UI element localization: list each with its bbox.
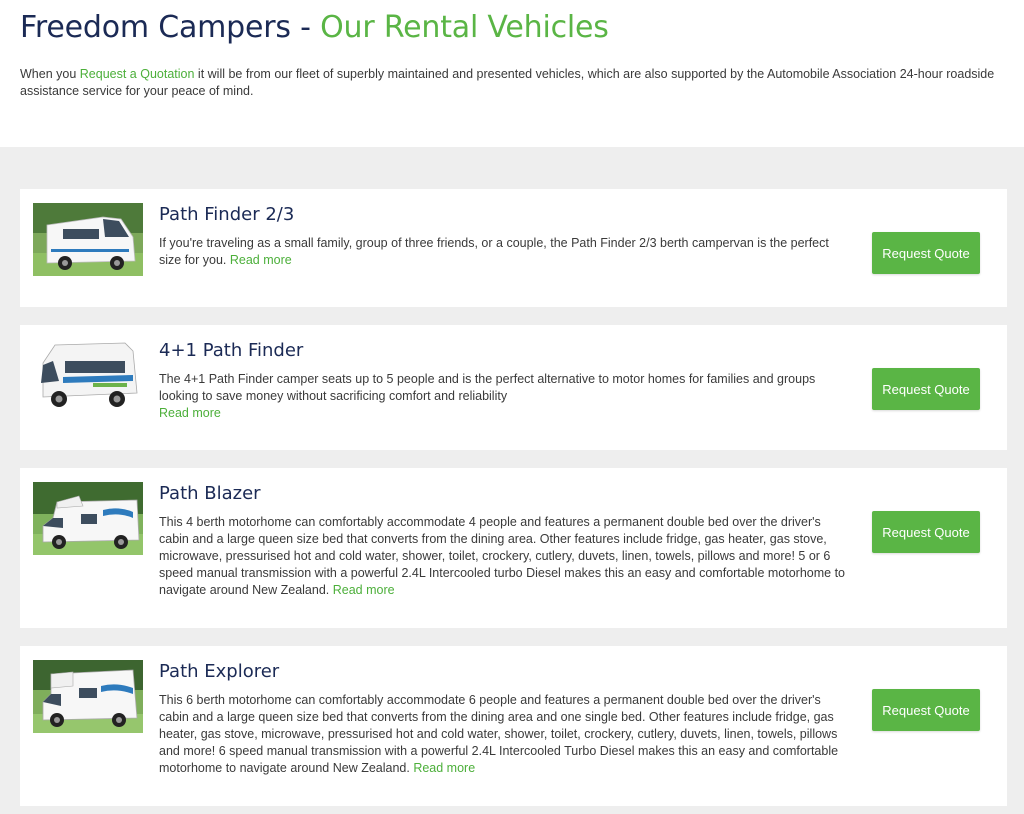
vehicle-image-van[interactable] (33, 203, 143, 276)
vehicle-name[interactable]: Path Explorer (159, 661, 849, 683)
request-quotation-link[interactable]: Request a Quotation (80, 67, 195, 81)
page-title: Freedom Campers - Our Rental Vehicles (20, 10, 1004, 46)
vehicle-description: The 4+1 Path Finder camper seats up to 5… (159, 371, 849, 422)
vehicle-description-text: This 4 berth motorhome can comfortably a… (159, 515, 846, 597)
read-more-link[interactable]: Read more (159, 406, 221, 420)
request-quote-button[interactable]: Request Quote (872, 511, 980, 553)
vehicle-image-hitop-van[interactable] (33, 337, 143, 413)
vehicle-image-large-motorhome[interactable] (33, 660, 143, 733)
page-header: Freedom Campers - Our Rental Vehicles Wh… (0, 0, 1024, 147)
intro-before: When you (20, 67, 80, 81)
vehicle-name[interactable]: 4+1 Path Finder (159, 340, 849, 362)
vehicle-info: Path Explorer This 6 berth motorhome can… (159, 661, 849, 777)
read-more-link[interactable]: Read more (413, 761, 475, 775)
vehicle-description: This 4 berth motorhome can comfortably a… (159, 514, 849, 599)
vehicle-card-path-explorer: Path Explorer This 6 berth motorhome can… (20, 646, 1007, 806)
vehicle-image-motorhome[interactable] (33, 482, 143, 555)
vehicle-card-path-finder-2-3: Path Finder 2/3 If you're traveling as a… (20, 189, 1007, 307)
vehicle-info: 4+1 Path Finder The 4+1 Path Finder camp… (159, 340, 849, 422)
vehicle-description: This 6 berth motorhome can comfortably a… (159, 692, 849, 777)
vehicle-card-path-blazer: Path Blazer This 4 berth motorhome can c… (20, 468, 1007, 628)
vehicle-name[interactable]: Path Blazer (159, 483, 849, 505)
vehicle-info: Path Finder 2/3 If you're traveling as a… (159, 204, 849, 269)
vehicle-description-text: This 6 berth motorhome can comfortably a… (159, 693, 839, 775)
page-title-main: Freedom Campers - (20, 10, 321, 45)
request-quote-button[interactable]: Request Quote (872, 689, 980, 731)
read-more-link[interactable]: Read more (230, 253, 292, 267)
read-more-link[interactable]: Read more (333, 583, 395, 597)
vehicle-description-text: The 4+1 Path Finder camper seats up to 5… (159, 372, 816, 403)
vehicle-name[interactable]: Path Finder 2/3 (159, 204, 849, 226)
vehicle-description: If you're traveling as a small family, g… (159, 235, 849, 269)
request-quote-button[interactable]: Request Quote (872, 368, 980, 410)
page-title-accent: Our Rental Vehicles (320, 10, 609, 45)
request-quote-button[interactable]: Request Quote (872, 232, 980, 274)
vehicle-list: Path Finder 2/3 If you're traveling as a… (0, 147, 1024, 814)
intro-text: When you Request a Quotation it will be … (20, 66, 1010, 100)
vehicle-info: Path Blazer This 4 berth motorhome can c… (159, 483, 849, 599)
vehicle-card-4-1-path-finder: 4+1 Path Finder The 4+1 Path Finder camp… (20, 325, 1007, 450)
